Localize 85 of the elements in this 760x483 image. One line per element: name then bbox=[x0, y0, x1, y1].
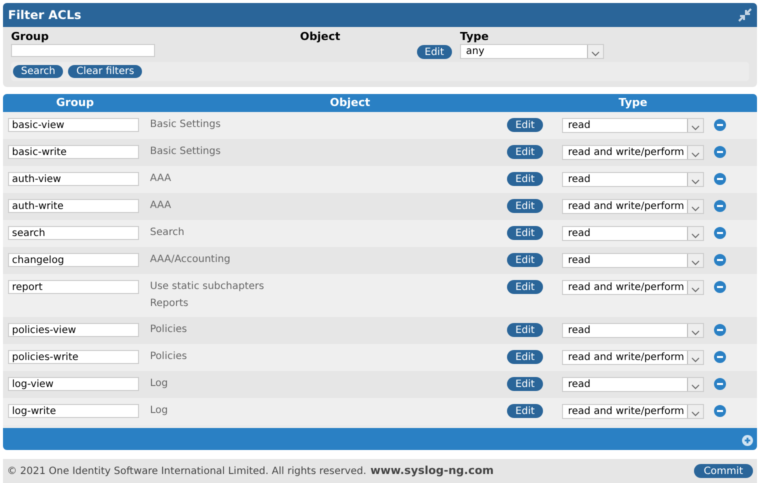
edit-button[interactable]: Edit bbox=[507, 172, 543, 186]
group-input-field[interactable] bbox=[11, 44, 155, 57]
object-name: Policies bbox=[150, 323, 187, 337]
edit-button[interactable]: Edit bbox=[507, 323, 543, 337]
group-name-field[interactable]: basic-view bbox=[8, 118, 139, 132]
edit-button[interactable]: Edit bbox=[416, 45, 452, 59]
group-name-field[interactable]: policies-view bbox=[8, 323, 139, 337]
edit-button[interactable]: Edit bbox=[507, 377, 543, 391]
type-select[interactable]: read and write/perform bbox=[562, 199, 704, 214]
panel-title: Filter ACLs bbox=[8, 7, 82, 24]
caret-icon[interactable] bbox=[587, 45, 603, 58]
column-header: Group bbox=[56, 94, 94, 111]
type-label: Type bbox=[460, 29, 489, 44]
caret-icon[interactable] bbox=[687, 351, 703, 364]
type-select[interactable]: read bbox=[562, 172, 704, 187]
group-name-field[interactable]: changelog bbox=[8, 253, 139, 267]
edit-button[interactable]: Edit bbox=[507, 145, 543, 159]
object-name: AAA bbox=[150, 172, 172, 186]
caret-icon[interactable] bbox=[687, 119, 703, 132]
type-select[interactable]: read bbox=[562, 226, 704, 241]
clear-filters-button[interactable]: Clear filters bbox=[68, 65, 142, 78]
object-name: Use static subchapters bbox=[150, 280, 264, 294]
group-name-field[interactable]: search bbox=[8, 226, 139, 240]
caret-icon[interactable] bbox=[687, 146, 703, 159]
edit-button[interactable]: Edit bbox=[507, 253, 543, 267]
caret-icon[interactable] bbox=[687, 378, 703, 391]
edit-button[interactable]: Edit bbox=[507, 404, 543, 418]
caret-icon[interactable] bbox=[687, 173, 703, 186]
object-name: Log bbox=[150, 404, 168, 418]
edit-button[interactable]: Edit bbox=[507, 118, 543, 132]
caret-icon[interactable] bbox=[687, 281, 703, 294]
object-name: Basic Settings bbox=[150, 118, 221, 132]
edit-button[interactable]: Edit bbox=[507, 350, 543, 364]
object-name: Search bbox=[150, 226, 184, 240]
type-select[interactable]: read bbox=[562, 323, 704, 338]
remove-icon[interactable] bbox=[714, 324, 726, 336]
add-icon[interactable] bbox=[742, 435, 753, 446]
group-name-field[interactable]: policies-write bbox=[8, 350, 139, 364]
group-name-field[interactable]: log-view bbox=[8, 377, 139, 391]
column-header: Type bbox=[618, 94, 648, 111]
group-name-field[interactable]: report bbox=[8, 280, 139, 294]
remove-icon[interactable] bbox=[714, 146, 726, 158]
copyright-text: © 2021 One Identity Software International Limited. All rights reserved. bbox=[7, 464, 366, 478]
search-button[interactable]: Search bbox=[13, 65, 64, 78]
type-select[interactable]: read and write/perform bbox=[562, 404, 704, 419]
remove-icon[interactable] bbox=[714, 227, 726, 239]
remove-icon[interactable] bbox=[714, 281, 726, 293]
remove-icon[interactable] bbox=[714, 351, 726, 363]
column-header: Object bbox=[330, 94, 370, 111]
commit-button[interactable]: Commit bbox=[694, 464, 753, 478]
type-select[interactable]: read bbox=[562, 253, 704, 268]
type-select[interactable]: any bbox=[460, 44, 604, 59]
caret-icon[interactable] bbox=[687, 200, 703, 213]
object-name: Basic Settings bbox=[150, 145, 221, 159]
caret-icon[interactable] bbox=[687, 324, 703, 337]
caret-icon[interactable] bbox=[687, 405, 703, 418]
object-label: Object bbox=[300, 29, 340, 44]
remove-icon[interactable] bbox=[714, 119, 726, 131]
group-label: Group bbox=[11, 29, 49, 44]
edit-button[interactable]: Edit bbox=[507, 280, 543, 294]
type-select[interactable]: read bbox=[562, 118, 704, 133]
type-select[interactable]: read and write/perform bbox=[562, 145, 704, 160]
group-name-field[interactable]: auth-write bbox=[8, 199, 139, 213]
object-name: AAA/Accounting bbox=[150, 253, 230, 267]
edit-button[interactable]: Edit bbox=[507, 199, 543, 213]
object-name: Reports bbox=[150, 297, 188, 311]
remove-icon[interactable] bbox=[714, 200, 726, 212]
remove-icon[interactable] bbox=[714, 254, 726, 266]
group-name-field[interactable]: auth-view bbox=[8, 172, 139, 186]
type-select[interactable]: read and write/perform bbox=[562, 350, 704, 365]
website-link[interactable]: www.syslog-ng.com bbox=[370, 462, 494, 480]
group-name-field[interactable]: basic-write bbox=[8, 145, 139, 159]
collapse-icon[interactable] bbox=[738, 8, 752, 22]
object-name: AAA bbox=[150, 199, 172, 213]
object-name: Log bbox=[150, 377, 168, 391]
type-select[interactable]: read and write/perform bbox=[562, 280, 704, 295]
remove-icon[interactable] bbox=[714, 405, 726, 417]
type-select[interactable]: read bbox=[562, 377, 704, 392]
group-name-field[interactable]: log-write bbox=[8, 404, 139, 418]
object-name: Policies bbox=[150, 350, 187, 364]
remove-icon[interactable] bbox=[714, 173, 726, 185]
remove-icon[interactable] bbox=[714, 378, 726, 390]
caret-icon[interactable] bbox=[687, 227, 703, 240]
caret-icon[interactable] bbox=[687, 254, 703, 267]
edit-button[interactable]: Edit bbox=[507, 226, 543, 240]
